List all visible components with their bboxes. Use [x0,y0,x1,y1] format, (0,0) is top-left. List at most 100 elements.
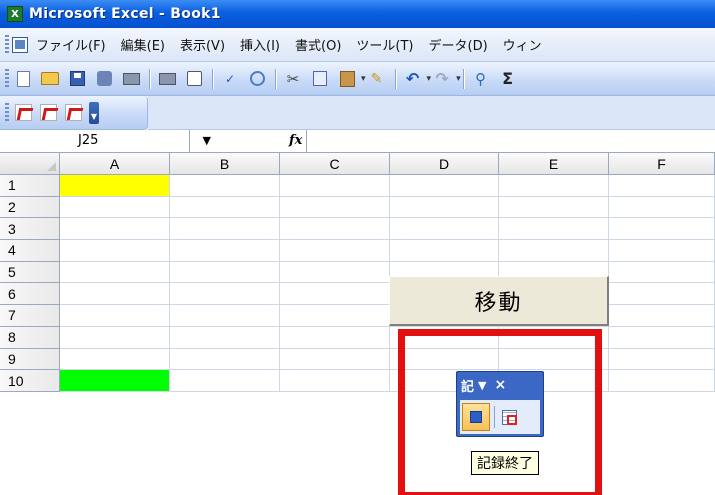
row-header[interactable]: 9 [0,348,60,371]
cell-A1[interactable] [60,175,170,197]
cell-A2[interactable] [60,196,170,219]
toolbar-options-icon[interactable]: ▼ [89,101,99,124]
cell-B5[interactable] [170,261,280,284]
row-header[interactable]: 3 [0,218,60,241]
menu-view[interactable]: 表示(V) [180,35,225,54]
cell-F7[interactable] [609,305,715,327]
menu-edit[interactable]: 編集(E) [121,35,165,54]
cell-B4[interactable] [170,240,280,262]
cell-D3[interactable] [390,218,499,241]
cell-A6[interactable] [60,283,170,306]
cell-F9[interactable] [609,348,715,371]
cell-D1[interactable] [390,175,499,197]
hyperlink-button[interactable]: ⚲ [470,68,492,90]
save-button[interactable] [66,68,88,90]
cell-C2[interactable] [280,196,390,219]
row-header[interactable]: 7 [0,305,60,327]
menu-insert[interactable]: 挿入(I) [240,35,280,54]
pdf-review-button[interactable] [62,102,84,124]
column-header[interactable]: B [170,153,280,175]
toolbar-grip-icon[interactable] [5,34,9,55]
row-header[interactable]: 10 [0,370,60,392]
research-button[interactable] [246,68,268,90]
menu-data[interactable]: データ(D) [429,35,488,54]
column-header[interactable]: A [60,153,170,175]
toolbar-options-icon[interactable]: ▼ [478,379,486,392]
cell-C4[interactable] [280,240,390,262]
spelling-button[interactable]: ✓ [219,68,241,90]
column-header[interactable]: D [390,153,499,175]
row-header[interactable]: 5 [0,261,60,284]
cell-B10[interactable] [170,370,280,392]
menu-format[interactable]: 書式(O) [295,35,341,54]
cell-A4[interactable] [60,240,170,262]
move-macro-button[interactable]: 移動 [389,276,609,326]
relative-reference-button[interactable] [499,407,519,427]
row-header[interactable]: 2 [0,196,60,219]
column-header[interactable]: E [499,153,609,175]
row-header[interactable]: 4 [0,240,60,262]
cell-C7[interactable] [280,305,390,327]
cut-button[interactable]: ✂ [282,68,304,90]
document-menu-icon[interactable] [12,36,28,53]
stop-recording-toolbar[interactable]: 記 ▼ × [456,371,544,437]
cell-F8[interactable] [609,326,715,349]
column-header[interactable]: C [280,153,390,175]
print-button[interactable] [156,68,178,90]
cell-A7[interactable] [60,305,170,327]
column-header[interactable]: F [609,153,715,175]
stop-recording-button[interactable] [462,403,490,431]
cell-F4[interactable] [609,240,715,262]
cell-C3[interactable] [280,218,390,241]
toolbar-grip-icon[interactable] [5,68,9,89]
cell-B7[interactable] [170,305,280,327]
cell-D2[interactable] [390,196,499,219]
insert-function-button[interactable]: fx [289,133,302,148]
cell-C1[interactable] [280,175,390,197]
cell-C8[interactable] [280,326,390,349]
pdf-convert-send-button[interactable] [37,102,59,124]
copy-button[interactable] [309,68,331,90]
toolbar-grip-icon[interactable] [5,102,9,123]
cell-E3[interactable] [499,218,609,241]
cell-C9[interactable] [280,348,390,371]
name-box-dropdown-icon[interactable]: ▼ [203,134,211,147]
cell-F5[interactable] [609,261,715,284]
cell-D4[interactable] [390,240,499,262]
cell-A5[interactable] [60,261,170,284]
cell-F3[interactable] [609,218,715,241]
cell-C5[interactable] [280,261,390,284]
permission-button[interactable] [93,68,115,90]
cell-B6[interactable] [170,283,280,306]
format-painter-button[interactable]: ✎ [366,68,388,90]
undo-button[interactable]: ↶ [402,68,424,90]
cell-B1[interactable] [170,175,280,197]
cell-A3[interactable] [60,218,170,241]
cell-A8[interactable] [60,326,170,349]
new-button[interactable] [12,68,34,90]
paste-button[interactable] [336,68,358,90]
cell-B9[interactable] [170,348,280,371]
cell-C10[interactable] [280,370,390,392]
row-header[interactable]: 8 [0,326,60,349]
formula-input[interactable] [306,130,715,153]
menu-file[interactable]: ファイル(F) [36,35,106,54]
open-button[interactable] [39,68,61,90]
cell-C6[interactable] [280,283,390,306]
row-header[interactable]: 1 [0,175,60,197]
cell-F1[interactable] [609,175,715,197]
row-header[interactable]: 6 [0,283,60,306]
autosum-button[interactable]: Σ [497,68,519,90]
menu-tools[interactable]: ツール(T) [356,35,413,54]
close-icon[interactable]: × [494,377,506,393]
cell-B3[interactable] [170,218,280,241]
cell-A10[interactable] [60,370,170,392]
menu-window[interactable]: ウィン [503,35,542,54]
cell-F2[interactable] [609,196,715,219]
cell-B2[interactable] [170,196,280,219]
pdf-convert-button[interactable] [12,102,34,124]
redo-button[interactable]: ↷ [431,68,453,90]
cell-E4[interactable] [499,240,609,262]
cell-E2[interactable] [499,196,609,219]
cell-F6[interactable] [609,283,715,306]
